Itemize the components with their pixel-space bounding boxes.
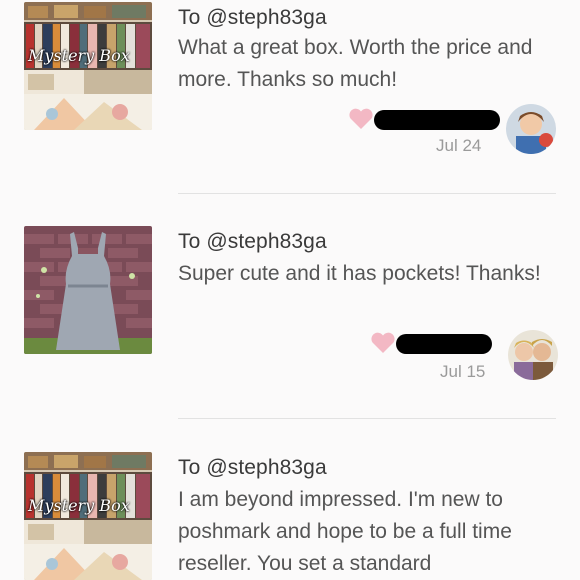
- thumbnail-caption: Mystery Box: [28, 46, 130, 65]
- review-item: To @steph83ga Super cute and it has pock…: [0, 220, 580, 420]
- redacted-username: [396, 334, 492, 354]
- review-divider: [178, 418, 556, 419]
- listing-thumbnail[interactable]: Mystery Box: [24, 452, 152, 580]
- review-recipient[interactable]: To @steph83ga: [178, 6, 327, 30]
- avatar[interactable]: [506, 104, 556, 154]
- listing-thumbnail[interactable]: Mystery Box: [24, 2, 152, 130]
- review-date: Jul 15: [440, 362, 486, 381]
- listing-thumbnail[interactable]: [24, 226, 152, 354]
- heart-icon[interactable]: [370, 332, 396, 359]
- review-item: Mystery Box To @steph83ga What a great b…: [0, 0, 580, 190]
- review-item: Mystery Box To @steph83ga I am beyond im…: [0, 446, 580, 580]
- review-recipient[interactable]: To @steph83ga: [178, 230, 327, 254]
- reviews-feed: Mystery Box To @steph83ga What a great b…: [0, 0, 580, 580]
- review-text: What a great box. Worth the price and mo…: [178, 36, 533, 91]
- review-date: Jul 24: [436, 136, 482, 155]
- avatar[interactable]: [508, 330, 558, 380]
- review-divider: [178, 193, 556, 194]
- review-text: I am beyond impressed. I'm new to poshma…: [178, 488, 512, 575]
- redacted-username: [374, 110, 500, 130]
- review-recipient[interactable]: To @steph83ga: [178, 456, 327, 480]
- review-text: Super cute and it has pockets! Thanks!: [178, 262, 541, 285]
- thumbnail-caption: Mystery Box: [28, 496, 130, 515]
- heart-icon[interactable]: [348, 108, 374, 135]
